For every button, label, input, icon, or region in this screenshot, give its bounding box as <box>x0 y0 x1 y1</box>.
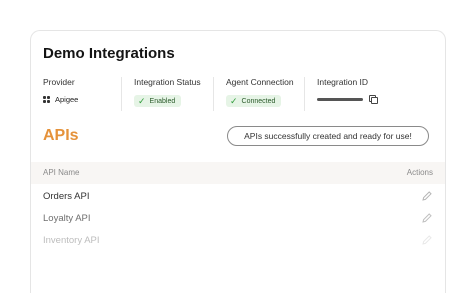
api-name: Loyalty API <box>43 213 91 224</box>
edit-icon[interactable] <box>421 190 433 202</box>
check-icon: ✓ <box>138 96 146 106</box>
integration-card: Demo Integrations Provider Apigee Integr… <box>30 30 446 293</box>
provider-name: Apigee <box>55 95 79 104</box>
integration-status-value: ✓ Enabled <box>134 95 182 107</box>
connection-badge-text: Connected <box>241 97 276 105</box>
status-badge-text: Enabled <box>149 97 176 105</box>
agent-connection-field: Agent Connection ✓ Connected <box>213 77 304 111</box>
page-title: Demo Integrations <box>43 45 175 62</box>
copy-icon[interactable] <box>369 95 378 104</box>
edit-icon[interactable] <box>421 234 433 246</box>
agent-connection-label: Agent Connection <box>226 77 294 87</box>
provider-label: Provider <box>43 77 75 87</box>
status-badge: ✓ Enabled <box>134 95 182 107</box>
integration-meta: Provider Apigee Integration Status ✓ Ena… <box>31 77 445 113</box>
integration-status-field: Integration Status ✓ Enabled <box>121 77 212 111</box>
edit-icon[interactable] <box>421 212 433 224</box>
table-header: API Name Actions <box>31 162 445 184</box>
provider-value: Apigee <box>43 95 78 104</box>
integration-id-field: Integration ID <box>304 77 425 111</box>
provider-field: Provider Apigee <box>43 77 119 111</box>
integration-status-label: Integration Status <box>134 77 201 87</box>
table-row[interactable]: Orders API <box>31 186 445 208</box>
table-row[interactable]: Loyalty API <box>31 208 445 230</box>
connection-badge: ✓ Connected <box>226 95 282 107</box>
apis-heading: APIs <box>43 127 79 144</box>
agent-connection-value: ✓ Connected <box>226 95 282 107</box>
column-header-api-name: API Name <box>43 168 80 177</box>
success-toast: APIs successfully created and ready for … <box>227 126 429 146</box>
check-icon: ✓ <box>230 96 238 106</box>
table-row[interactable]: Inventory API <box>31 230 445 252</box>
integration-id-label: Integration ID <box>317 77 369 87</box>
apigee-icon <box>43 96 50 103</box>
api-name: Inventory API <box>43 235 100 246</box>
masked-id <box>317 97 363 101</box>
api-name: Orders API <box>43 191 90 202</box>
integration-id-value <box>317 95 378 104</box>
column-header-actions: Actions <box>406 168 433 177</box>
